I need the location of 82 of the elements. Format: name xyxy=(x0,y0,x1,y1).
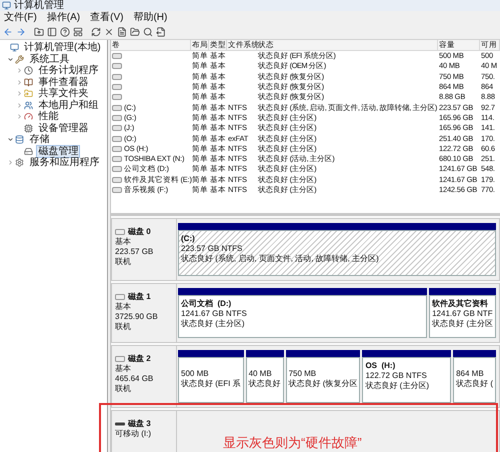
partition-status: 状态良好 (系统, 启动, 页面文件, 活动, 故障转储, 主分区) xyxy=(181,254,380,264)
disk-size: 465.64 GB xyxy=(115,374,154,384)
folder-up-icon[interactable] xyxy=(34,27,44,37)
tree-item[interactable]: 本地用户和组 xyxy=(36,98,100,112)
disk-type: 基本 xyxy=(115,237,132,247)
disk-name: 磁盘 1 xyxy=(128,292,151,302)
computer-icon xyxy=(10,43,19,52)
export-icon[interactable] xyxy=(156,27,166,37)
back-icon[interactable] xyxy=(3,27,13,37)
partition-size: 40 MB xyxy=(248,369,273,379)
services-icon xyxy=(15,158,24,168)
open-folder-icon[interactable] xyxy=(130,27,140,37)
tree-item[interactable]: 共享文件夹 xyxy=(36,87,90,100)
tree-item[interactable]: 磁盘管理 xyxy=(36,144,80,158)
clock-icon xyxy=(24,66,34,76)
help-icon[interactable] xyxy=(60,27,70,37)
partition-name: (C:) xyxy=(181,234,196,244)
partition-size: 500 MB xyxy=(181,369,210,379)
panel-icon[interactable] xyxy=(73,27,83,37)
disk-status: 联机 xyxy=(115,322,132,332)
partition-size: 223.57 GB NTFS xyxy=(181,244,244,254)
collapse-icon[interactable] xyxy=(7,56,14,63)
partition-name: 软件及其它资料 xyxy=(432,299,490,309)
expand-icon[interactable] xyxy=(16,113,24,120)
tree-item[interactable]: 事件查看器 xyxy=(36,76,90,89)
partition-status: 状态良好 (主分区 xyxy=(432,319,493,329)
partition-status: 状态良好 (EFI 系 xyxy=(181,379,241,389)
expand-icon[interactable] xyxy=(16,102,24,109)
partition-name: OS (H:) xyxy=(365,361,396,371)
tools-icon xyxy=(15,54,24,64)
partition-size: 1241.67 GB NTF xyxy=(432,309,493,319)
delete-icon[interactable] xyxy=(104,27,114,37)
gauge-icon xyxy=(24,112,34,122)
expand-icon[interactable] xyxy=(16,78,24,86)
storage-icon xyxy=(15,135,24,144)
log-icon xyxy=(24,78,34,87)
disk-size: 3725.90 GB xyxy=(115,312,159,322)
collapse-icon[interactable] xyxy=(7,136,14,144)
disk-type: 可移动 (I:) xyxy=(115,429,152,439)
partition-size: 864 MB xyxy=(456,369,485,379)
disk-status: 联机 xyxy=(115,257,132,267)
forward-icon[interactable] xyxy=(16,27,26,37)
menu-item[interactable]: 查看(V) xyxy=(90,12,124,24)
tree-item[interactable]: 性能 xyxy=(36,110,60,124)
partition-status: 状态良好 ( xyxy=(456,379,493,389)
tree-item[interactable]: 服务和应用程序 xyxy=(27,156,102,170)
partition-status: 状态良好 (主分区) xyxy=(365,381,430,391)
disk-type: 基本 xyxy=(115,302,132,312)
refresh-icon[interactable] xyxy=(91,27,101,37)
disk-size: 223.57 GB xyxy=(115,247,154,257)
disk-type: 基本 xyxy=(115,364,132,374)
disk-status: 联机 xyxy=(115,384,132,394)
tree-item[interactable]: 设备管理器 xyxy=(36,122,90,135)
partition-status: 状态良好 (恢复分区 xyxy=(288,379,358,389)
annotation-text: 显示灰色则为“硬件故障” xyxy=(223,435,362,450)
menu-item[interactable]: 帮助(H) xyxy=(133,12,168,24)
expand-icon[interactable] xyxy=(16,67,24,74)
tree-item[interactable]: 任务计划程序 xyxy=(36,64,100,78)
users-icon xyxy=(24,100,34,110)
partition-size: 1241.67 GB NTFS xyxy=(181,309,248,319)
expand-icon[interactable] xyxy=(16,90,24,98)
tree-item[interactable]: 计算机管理(本地) xyxy=(22,41,103,54)
partition-size: 122.72 GB NTFS xyxy=(365,371,428,381)
menu-item[interactable]: 文件(F) xyxy=(4,12,37,24)
shared-folder-icon xyxy=(24,89,34,98)
computer-icon xyxy=(2,1,11,10)
panel-icon[interactable] xyxy=(47,27,57,37)
device-icon xyxy=(24,124,34,133)
disk-name: 磁盘 3 xyxy=(128,419,151,429)
properties-icon[interactable] xyxy=(117,27,127,37)
partition-status: 状态良好 (主分区) xyxy=(181,319,246,329)
tree-item[interactable]: 存储 xyxy=(27,133,52,146)
partition-size: 750 MB xyxy=(288,369,318,379)
tree-item[interactable]: 系统工具 xyxy=(27,52,72,66)
disk-name: 磁盘 0 xyxy=(128,227,151,237)
menu-item[interactable]: 操作(A) xyxy=(46,12,80,24)
partition-name: 公司文档 (D:) xyxy=(181,299,232,309)
search-icon[interactable] xyxy=(143,27,153,37)
expand-icon[interactable] xyxy=(7,159,14,166)
window-title: 计算机管理 xyxy=(14,0,64,11)
disk-name: 磁盘 2 xyxy=(128,354,151,364)
partition-status: 状态良好 xyxy=(248,379,281,389)
